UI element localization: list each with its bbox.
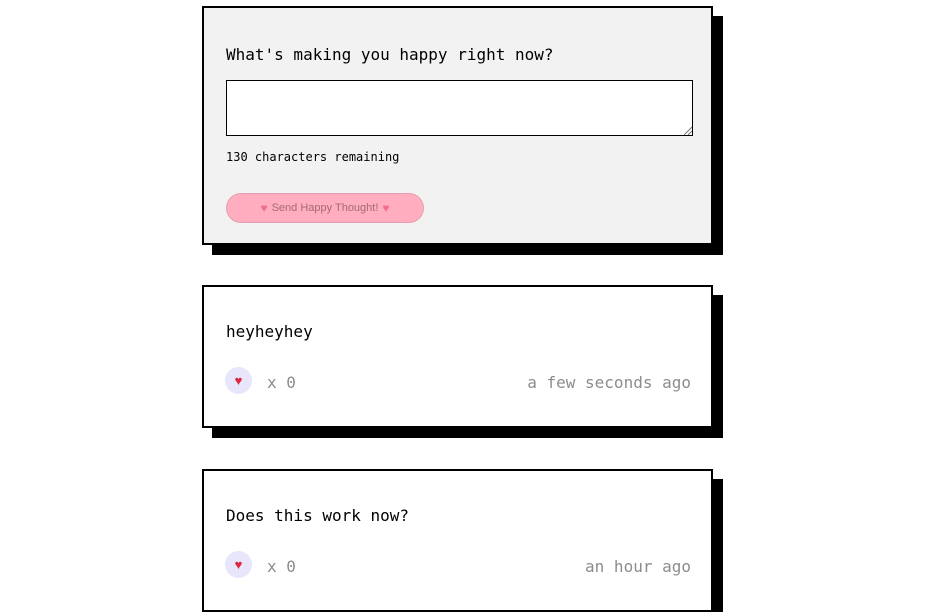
send-happy-thought-button[interactable]: ♥ Send Happy Thought! ♥ (226, 193, 424, 223)
like-count: x 0 (267, 373, 296, 392)
thought-card: Does this work now? ♥ x 0 an hour ago (202, 469, 713, 612)
thought-timestamp: an hour ago (585, 557, 691, 576)
thought-message: Does this work now? (226, 506, 410, 525)
thought-card: heyheyhey ♥ x 0 a few seconds ago (202, 285, 713, 428)
send-button-label: Send Happy Thought! (271, 202, 379, 214)
heart-icon: ♥ (234, 557, 243, 572)
heart-icon: ♥ (234, 373, 243, 388)
heart-icon: ♥ (382, 201, 390, 215)
form-question: What's making you happy right now? (226, 45, 554, 64)
like-count: x 0 (267, 557, 296, 576)
thought-timestamp: a few seconds ago (527, 373, 691, 392)
characters-remaining: 130 characters remaining (226, 150, 400, 164)
like-button[interactable]: ♥ (225, 551, 252, 578)
happy-thought-form: What's making you happy right now? 130 c… (202, 6, 713, 245)
thought-input[interactable] (226, 80, 693, 136)
thought-message: heyheyhey (226, 322, 313, 341)
heart-icon: ♥ (260, 201, 268, 215)
like-button[interactable]: ♥ (225, 367, 252, 394)
